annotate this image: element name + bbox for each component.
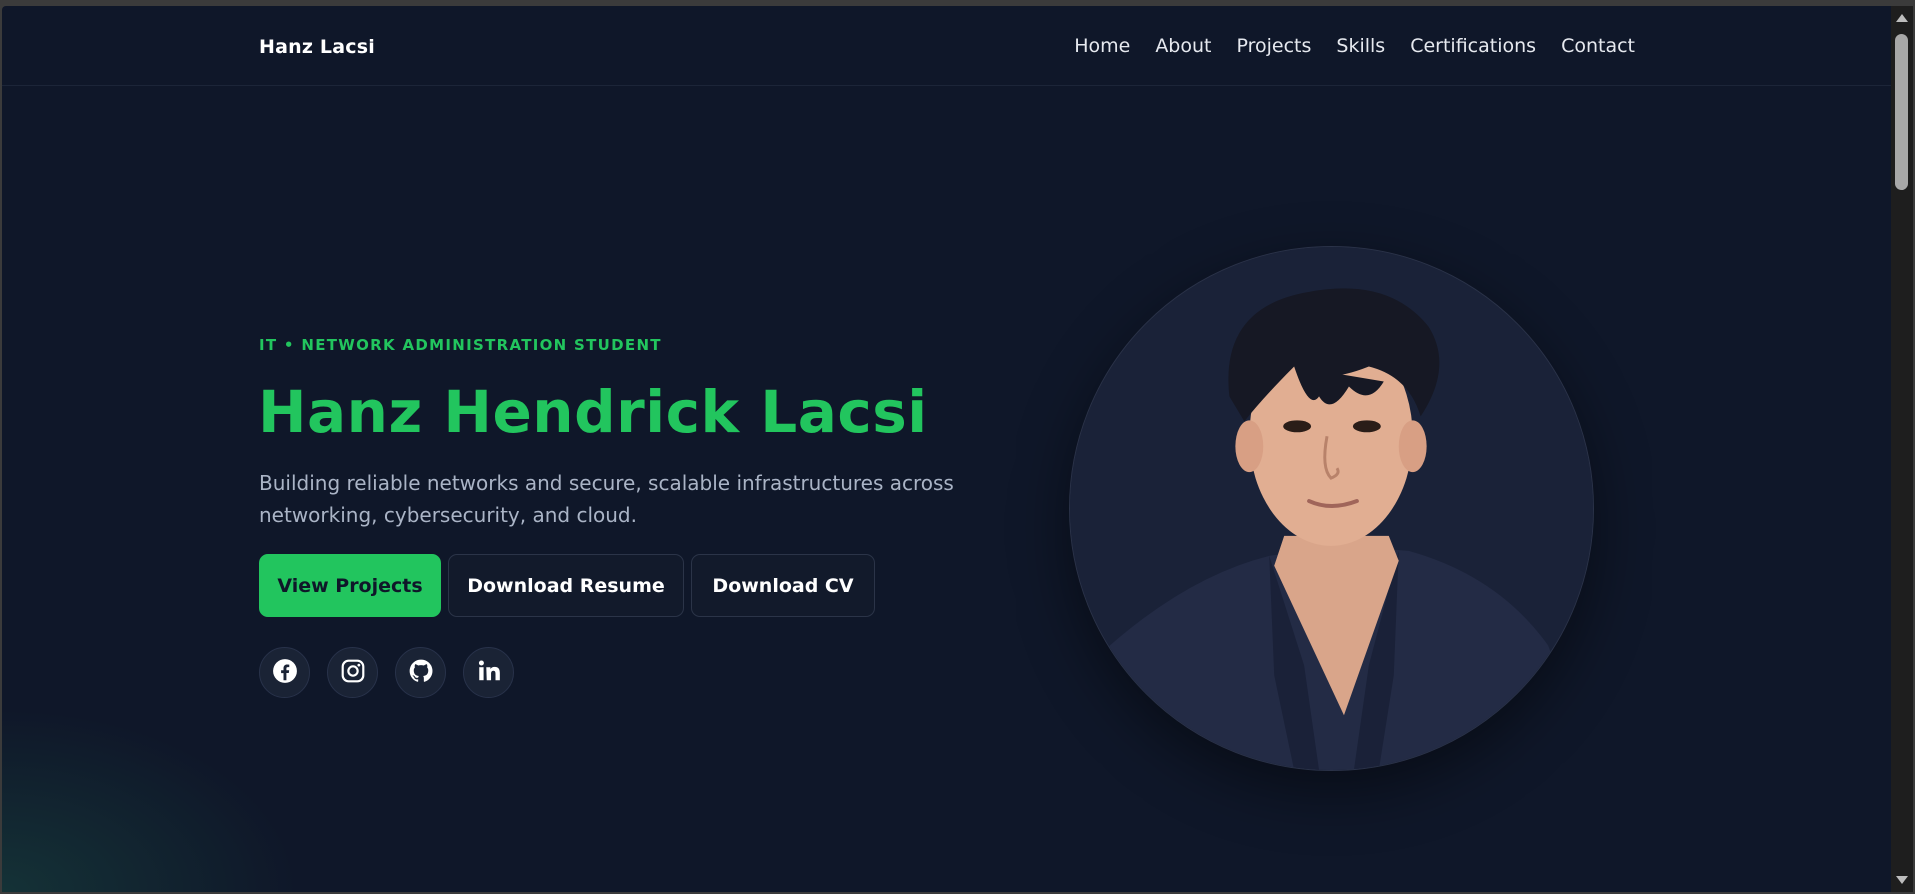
scrollbar-thumb[interactable] <box>1895 34 1908 190</box>
github-icon <box>408 658 434 688</box>
facebook-icon <box>272 658 298 688</box>
nav-link-projects[interactable]: Projects <box>1237 35 1312 57</box>
scroll-up-arrow-icon[interactable] <box>1896 14 1908 22</box>
nav-link-contact[interactable]: Contact <box>1561 35 1635 57</box>
hero-tagline: Building reliable networks and secure, s… <box>259 471 954 527</box>
hero-button-row: View Projects Download Resume Download C… <box>259 554 875 617</box>
hero-eyebrow: IT • NETWORK ADMINISTRATION STUDENT <box>259 336 662 354</box>
profile-photo-illustration <box>1070 247 1593 770</box>
nav-link-skills[interactable]: Skills <box>1336 35 1385 57</box>
github-link[interactable] <box>395 647 446 698</box>
scroll-down-arrow-icon[interactable] <box>1896 876 1908 884</box>
vertical-scrollbar[interactable] <box>1891 6 1913 892</box>
instagram-icon <box>340 658 366 688</box>
hero-name-heading: Hanz Hendrick Lacsi <box>258 378 928 446</box>
linkedin-icon <box>476 658 502 688</box>
brand-logo-text[interactable]: Hanz Lacsi <box>259 36 375 58</box>
download-cv-button[interactable]: Download CV <box>691 554 875 617</box>
view-projects-button[interactable]: View Projects <box>259 554 441 617</box>
nav-link-certifications[interactable]: Certifications <box>1410 35 1536 57</box>
browser-window: Hanz Lacsi Home About Projects Skills Ce… <box>0 0 1915 894</box>
linkedin-link[interactable] <box>463 647 514 698</box>
profile-photo <box>1069 246 1594 771</box>
nav-link-about[interactable]: About <box>1155 35 1211 57</box>
nav-link-home[interactable]: Home <box>1074 35 1130 57</box>
facebook-link[interactable] <box>259 647 310 698</box>
nav-links: Home About Projects Skills Certification… <box>1074 35 1635 57</box>
instagram-link[interactable] <box>327 647 378 698</box>
top-navbar: Hanz Lacsi Home About Projects Skills Ce… <box>2 6 1893 86</box>
social-links <box>259 647 514 698</box>
download-resume-button[interactable]: Download Resume <box>448 554 684 617</box>
page-viewport: Hanz Lacsi Home About Projects Skills Ce… <box>2 6 1893 892</box>
